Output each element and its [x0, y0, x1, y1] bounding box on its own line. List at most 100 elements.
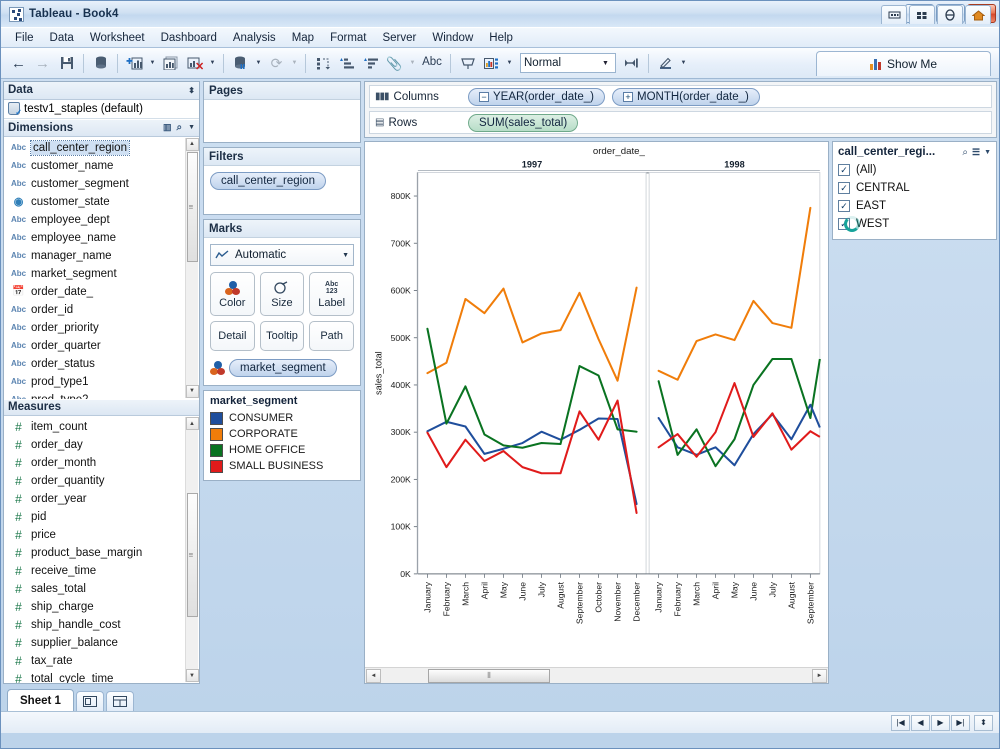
scroll-down-arrow[interactable]: ▼ [185, 384, 199, 398]
forward-button[interactable]: → [31, 52, 54, 75]
dimension-employee-dept[interactable]: Abc employee_dept [4, 211, 199, 229]
measures-list[interactable]: # item_count # order_day # order_month # order_… [4, 416, 199, 683]
hscroll-thumb[interactable]: ⦀ [428, 668, 550, 683]
menu-help[interactable]: Help [481, 30, 521, 46]
dimension-customer-state[interactable]: ◉ customer_state [4, 193, 199, 211]
menu-file[interactable]: File [7, 30, 42, 46]
dimension-order-date-[interactable]: 📅 order_date_ [4, 283, 199, 301]
pause-updates-button[interactable] [229, 52, 252, 75]
collapse-icon[interactable]: − [479, 91, 489, 102]
scroll-left-arrow[interactable]: ◄ [366, 668, 381, 683]
dimension-call-center-region[interactable]: Abc call_center_region [4, 139, 199, 157]
menu-window[interactable]: Window [424, 30, 481, 46]
presentation-tab[interactable] [937, 5, 963, 24]
search-icon[interactable]: ⌕ [962, 147, 968, 158]
refresh-button[interactable]: ⟳ [265, 52, 288, 75]
dimension-customer-name[interactable]: Abc customer_name [4, 157, 199, 175]
menu-format[interactable]: Format [322, 30, 374, 46]
columns-shelf[interactable]: ▮▮▮ Columns − YEAR(order_date_) + MONTH(… [369, 85, 992, 108]
chart-canvas[interactable]: order_date_ 1997 1998 0K 100K 200K 300K 400K 500… [365, 142, 828, 667]
measure-order-day[interactable]: # order_day [4, 436, 199, 454]
back-button[interactable]: ← [7, 52, 30, 75]
labels-button[interactable]: Abc [419, 52, 445, 75]
data-source-tab[interactable] [881, 5, 907, 24]
scroll-thumb[interactable] [186, 151, 198, 262]
menu-analysis[interactable]: Analysis [225, 30, 284, 46]
measure-product-base-margin[interactable]: # product_base_margin [4, 544, 199, 562]
highlight-dropdown[interactable]: ▼ [407, 52, 418, 75]
checkbox[interactable]: ✓ [838, 182, 850, 194]
list-menu-icon[interactable]: ☰ [972, 147, 980, 158]
filter-item-east[interactable]: ✓ EAST [838, 197, 991, 215]
filter-pill-call-center-region[interactable]: call_center_region [210, 172, 326, 190]
checkbox[interactable]: ✓ [838, 164, 850, 176]
dimension-order-status[interactable]: Abc order_status [4, 355, 199, 373]
measure-order-year[interactable]: # order_year [4, 490, 199, 508]
dimension-order-id[interactable]: Abc order_id [4, 301, 199, 319]
legend-item-corporate[interactable]: CORPORATE [210, 426, 354, 442]
pause-updates-dropdown[interactable]: ▼ [253, 52, 264, 75]
format-icon[interactable] [654, 52, 677, 75]
checkbox[interactable]: ✓ [838, 200, 850, 212]
fix-axes-icon[interactable] [620, 52, 643, 75]
columns-pill-month[interactable]: + MONTH(order_date_) [612, 87, 760, 106]
legend-item-consumer[interactable]: CONSUMER [210, 410, 354, 426]
legend-item-small-business[interactable]: SMALL BUSINESS [210, 458, 354, 474]
measure-ship-charge[interactable]: # ship_charge [4, 598, 199, 616]
sheet-sorter-button[interactable]: ⬍ [974, 714, 993, 731]
filters-drop-zone[interactable]: call_center_region [204, 166, 360, 214]
menu-server[interactable]: Server [374, 30, 424, 46]
dimension-market-segment[interactable]: Abc market_segment [4, 265, 199, 283]
dimensions-scrollbar[interactable]: ▲ ▼ [185, 137, 199, 398]
refresh-dropdown[interactable]: ▼ [289, 52, 300, 75]
last-sheet-button[interactable]: ▶| [951, 714, 970, 731]
dimension-employee-name[interactable]: Abc employee_name [4, 229, 199, 247]
scroll-right-arrow[interactable]: ► [812, 668, 827, 683]
menu-map[interactable]: Map [284, 30, 322, 46]
label-button[interactable]: Abc 123 Label [309, 272, 354, 316]
new-worksheet-icon[interactable] [75, 691, 104, 711]
dimension-manager-name[interactable]: Abc manager_name [4, 247, 199, 265]
save-button[interactable] [55, 52, 78, 75]
measure-total-cycle-time[interactable]: # total_cycle_time [4, 670, 199, 683]
paperclip-icon[interactable]: 📎 [383, 52, 406, 75]
scroll-down-arrow-2[interactable]: ▼ [185, 669, 199, 682]
sheet-tab-sheet1[interactable]: Sheet 1 [7, 689, 74, 711]
size-button[interactable]: Size [259, 272, 305, 316]
chevron-down-icon[interactable]: ▼ [188, 124, 195, 131]
dimension-order-quarter[interactable]: Abc order_quarter [4, 337, 199, 355]
path-button[interactable]: Path [309, 321, 354, 351]
measure-order-month[interactable]: # order_month [4, 454, 199, 472]
new-data-source-button[interactable] [89, 52, 112, 75]
dimension-customer-segment[interactable]: Abc customer_segment [4, 175, 199, 193]
presentation-icon[interactable] [456, 52, 479, 75]
dimension-order-priority[interactable]: Abc order_priority [4, 319, 199, 337]
measure-receive-time[interactable]: # receive_time [4, 562, 199, 580]
scroll-thumb-2[interactable] [186, 493, 198, 618]
sort-descending-button[interactable] [359, 52, 382, 75]
new-worksheet-button[interactable] [123, 52, 146, 75]
color-button[interactable]: Color [210, 272, 255, 316]
first-sheet-button[interactable]: |◀ [891, 714, 910, 731]
swap-rows-cols-button[interactable] [311, 52, 334, 75]
clear-sheet-dropdown[interactable]: ▼ [207, 52, 218, 75]
measure-order-quantity[interactable]: # order_quantity [4, 472, 199, 490]
clear-sheet-button[interactable]: ✕ [183, 52, 206, 75]
prev-sheet-button[interactable]: ◀ [911, 714, 930, 731]
chart-horizontal-scrollbar[interactable]: ◄ ⦀ ► [365, 667, 828, 683]
new-worksheet-dropdown[interactable]: ▼ [147, 52, 158, 75]
mark-type-select[interactable]: Automatic ▼ [210, 244, 354, 266]
measure-ship-handle-cost[interactable]: # ship_handle_cost [4, 616, 199, 634]
pages-drop-zone[interactable] [204, 100, 360, 142]
dimension-prod-type1[interactable]: Abc prod_type1 [4, 373, 199, 391]
menu-dashboard[interactable]: Dashboard [153, 30, 225, 46]
grid-tab[interactable] [909, 5, 935, 24]
measure-tax-rate[interactable]: # tax_rate [4, 652, 199, 670]
expand-icon[interactable]: + [623, 91, 633, 102]
scroll-up-arrow-2[interactable]: ▲ [185, 417, 199, 431]
detail-button[interactable]: Detail [210, 321, 255, 351]
new-dashboard-icon[interactable] [105, 691, 134, 711]
columns-pill-year[interactable]: − YEAR(order_date_) [468, 87, 605, 106]
tooltip-button[interactable]: Tooltip [259, 321, 305, 351]
measure-price[interactable]: # price [4, 526, 199, 544]
